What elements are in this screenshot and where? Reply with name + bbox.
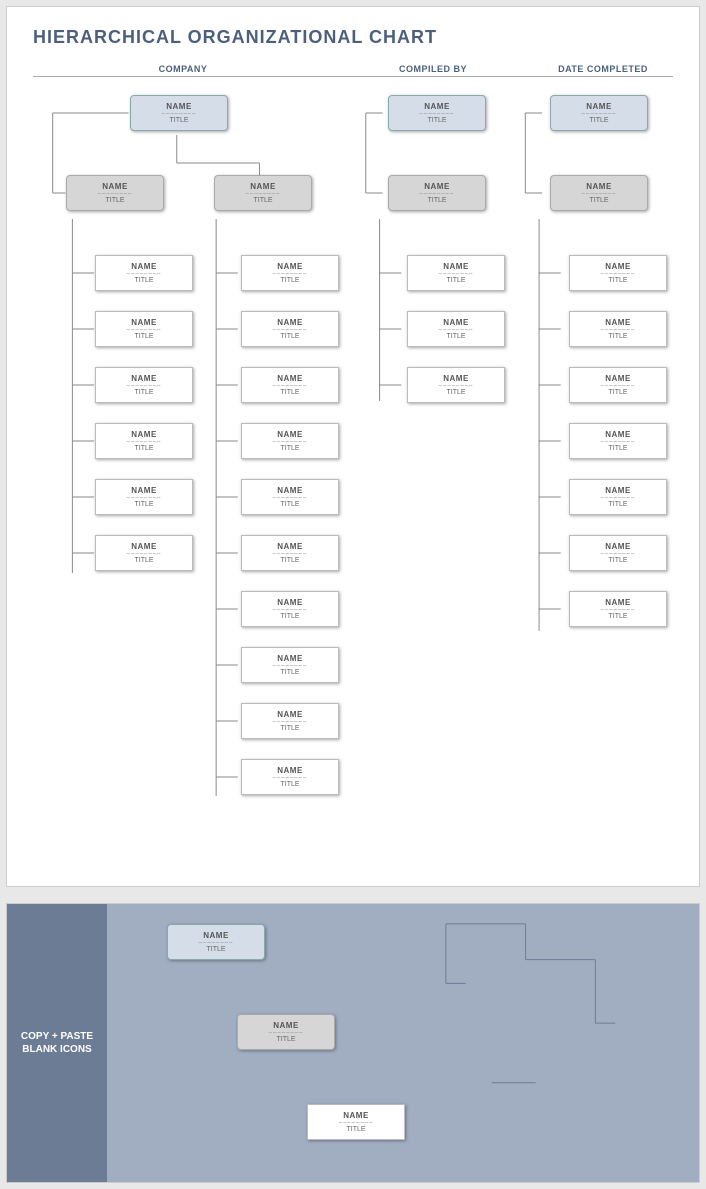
leaf-node[interactable]: NAME––––––––TITLE — [569, 367, 667, 403]
leaf-node[interactable]: NAME––––––––TITLE — [569, 255, 667, 291]
header-row: COMPANY COMPILED BY DATE COMPLETED — [33, 64, 673, 77]
node-title: TITLE — [219, 197, 307, 204]
leaf-node[interactable]: NAME––––––––TITLE — [569, 311, 667, 347]
node-name: NAME — [71, 182, 159, 191]
leaf-node[interactable]: NAME––––––––TITLE — [569, 591, 667, 627]
copy-paste-panel: COPY + PASTE BLANK ICONS NAME –––––––– T… — [6, 903, 700, 1183]
mid-node-1b[interactable]: NAME –––––––– TITLE — [214, 175, 312, 211]
leaf-node[interactable]: NAME––––––––TITLE — [569, 423, 667, 459]
leaf-node[interactable]: NAME––––––––TITLE — [95, 311, 193, 347]
panel-sidebar: COPY + PASTE BLANK ICONS — [7, 904, 107, 1182]
mid-node-1a[interactable]: NAME –––––––– TITLE — [66, 175, 164, 211]
node-name: NAME — [219, 182, 307, 191]
blank-leaf-node[interactable]: NAME –––––––– TITLE — [307, 1104, 405, 1140]
leaf-node[interactable]: NAME––––––––TITLE — [407, 255, 505, 291]
node-title: TITLE — [135, 117, 223, 124]
header-compiled: COMPILED BY — [333, 64, 533, 74]
top-node-1[interactable]: NAME –––––––– TITLE — [130, 95, 228, 131]
sidebar-label: COPY + PASTE BLANK ICONS — [15, 1030, 99, 1056]
top-node-3[interactable]: NAME––––––––TITLE — [550, 95, 648, 131]
leaf-node[interactable]: NAME––––––––TITLE — [95, 367, 193, 403]
leaf-node[interactable]: NAME––––––––TITLE — [241, 311, 339, 347]
leaf-node[interactable]: NAME––––––––TITLE — [241, 591, 339, 627]
blank-mid-node[interactable]: NAME –––––––– TITLE — [237, 1014, 335, 1050]
leaf-node[interactable]: NAME––––––––TITLE — [407, 311, 505, 347]
leaf-node[interactable]: NAME––––––––TITLE — [241, 759, 339, 795]
mid-node-3[interactable]: NAME––––––––TITLE — [550, 175, 648, 211]
node-divider: –––––––– — [71, 192, 159, 196]
leaf-node[interactable]: NAME––––––––TITLE — [407, 367, 505, 403]
leaf-node[interactable]: NAME––––––––TITLE — [569, 479, 667, 515]
leaf-node[interactable]: NAME––––––––TITLE — [241, 647, 339, 683]
leaf-node[interactable]: NAME––––––––TITLE — [95, 479, 193, 515]
top-node-2[interactable]: NAME––––––––TITLE — [388, 95, 486, 131]
blank-top-node[interactable]: NAME –––––––– TITLE — [167, 924, 265, 960]
panel-body: NAME –––––––– TITLE NAME –––––––– TITLE … — [107, 904, 699, 1182]
node-divider: –––––––– — [135, 112, 223, 116]
leaf-node[interactable]: NAME––––––––TITLE — [241, 535, 339, 571]
leaf-node[interactable]: NAME––––––––TITLE — [95, 535, 193, 571]
leaf-node[interactable]: NAME––––––––TITLE — [241, 367, 339, 403]
mid-node-2[interactable]: NAME––––––––TITLE — [388, 175, 486, 211]
node-divider: –––––––– — [219, 192, 307, 196]
leaf-node[interactable]: NAME––––––––TITLE — [241, 255, 339, 291]
leaf-node[interactable]: NAME––––––––TITLE — [569, 535, 667, 571]
org-area: NAME –––––––– TITLE NAME –––––––– TITLE … — [33, 91, 673, 846]
node-title: TITLE — [71, 197, 159, 204]
page-title: HIERARCHICAL ORGANIZATIONAL CHART — [33, 27, 673, 48]
leaf-node[interactable]: NAME––––––––TITLE — [241, 479, 339, 515]
leaf-node[interactable]: NAME––––––––TITLE — [95, 423, 193, 459]
header-date: DATE COMPLETED — [533, 64, 673, 74]
org-chart-page: HIERARCHICAL ORGANIZATIONAL CHART COMPAN… — [6, 6, 700, 887]
leaf-node[interactable]: NAME––––––––TITLE — [241, 703, 339, 739]
leaf-node[interactable]: NAME––––––––TITLE — [95, 255, 193, 291]
header-company: COMPANY — [33, 64, 333, 74]
node-name: NAME — [135, 102, 223, 111]
leaf-node[interactable]: NAME––––––––TITLE — [241, 423, 339, 459]
